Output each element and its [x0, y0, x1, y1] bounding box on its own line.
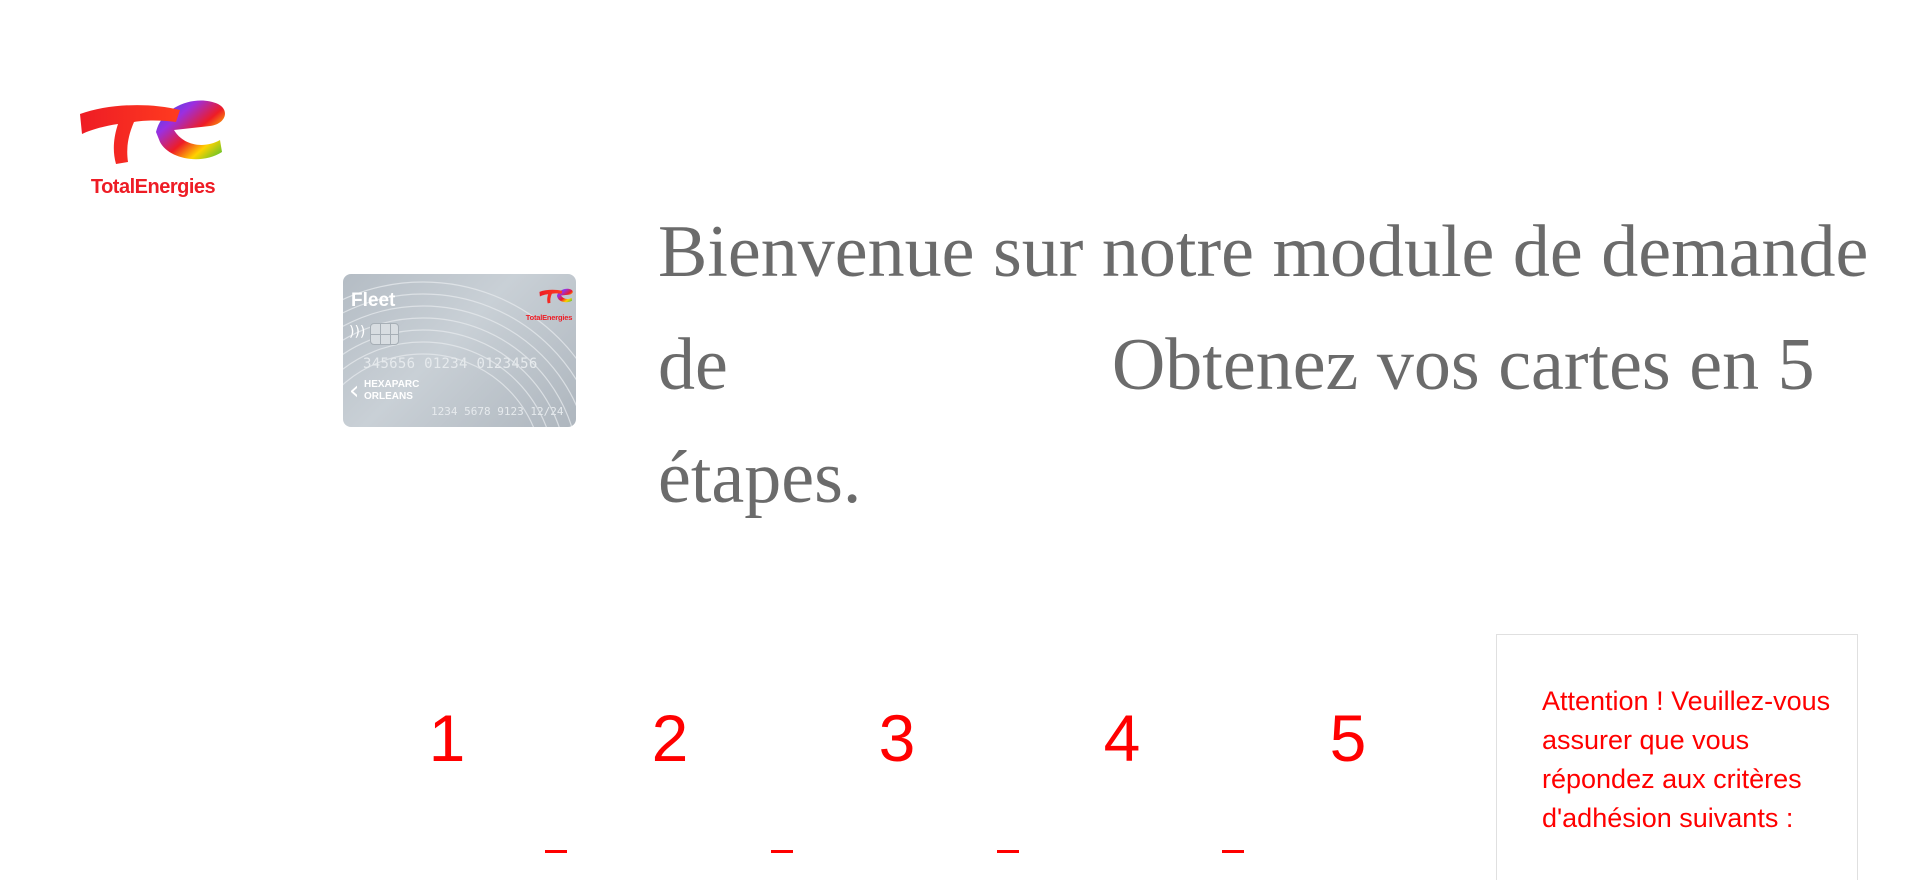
brand-name: TotalEnergies [90, 176, 216, 198]
title-line-3: étapes. [658, 437, 862, 519]
totalenergies-logo[interactable]: TotalEnergies [78, 92, 226, 204]
page-title: Bienvenue sur notre module de demande de… [658, 196, 1898, 535]
title-line-2: de Obtenez vos cartes en 5 [658, 309, 1898, 422]
title-line-2-end: Obtenez vos cartes en 5 [1111, 324, 1815, 406]
chevron-left-icon: ‹ [349, 376, 360, 406]
notice-text: Attention ! Veuillez-vous assurer que vo… [1542, 686, 1831, 833]
step-1[interactable]: 1 [417, 698, 477, 778]
card-logo-icon [539, 288, 573, 304]
card-logo-text: TotalEnergies [525, 313, 573, 322]
card-holder: HEXAPARC ORLEANS [364, 379, 420, 402]
step-5[interactable]: 5 [1318, 698, 1378, 778]
step-2[interactable]: 2 [640, 698, 700, 778]
card-label: Fleet [351, 290, 396, 311]
card-number: 345656 01234 0123456 [363, 356, 538, 372]
title-line-1: Bienvenue sur notre module de demande [658, 211, 1869, 293]
chip-icon [370, 323, 399, 345]
step-separator [771, 850, 793, 853]
step-4[interactable]: 4 [1092, 698, 1152, 778]
step-separator [545, 850, 567, 853]
fleet-card-image: Fleet ))) 345656 01234 0123456 ‹ HEXAPAR… [343, 274, 576, 427]
step-separator [1222, 850, 1244, 853]
step-3[interactable]: 3 [867, 698, 927, 778]
title-line-2-start: de [658, 324, 728, 406]
totalenergies-logo-mark [80, 100, 225, 164]
step-separator [997, 850, 1019, 853]
eligibility-notice: Attention ! Veuillez-vous assurer que vo… [1496, 634, 1858, 880]
contactless-icon: ))) [349, 324, 366, 340]
card-expiry: 1234 5678 9123 12/24 [431, 405, 564, 418]
